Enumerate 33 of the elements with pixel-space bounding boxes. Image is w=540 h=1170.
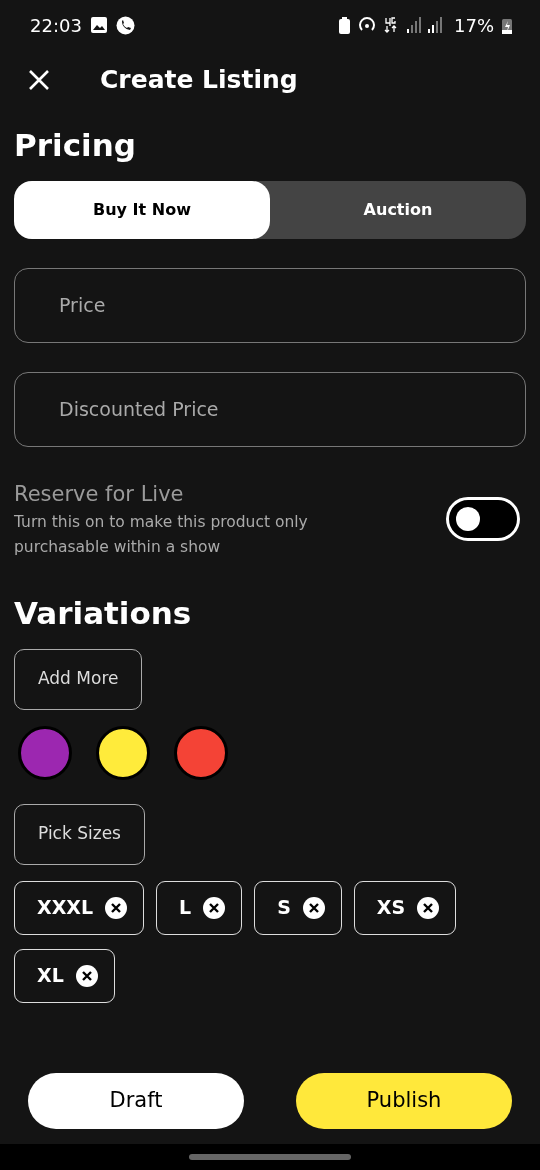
mobile-data-icon bbox=[384, 17, 398, 33]
publish-button[interactable]: Publish bbox=[296, 1073, 512, 1129]
size-label: XXXL bbox=[37, 895, 94, 921]
remove-icon[interactable] bbox=[105, 896, 128, 919]
segment-tab[interactable]: Buy It Now bbox=[14, 180, 270, 239]
section-heading: Variations bbox=[14, 594, 193, 633]
battery-charging-icon bbox=[502, 16, 512, 34]
hotspot-icon bbox=[358, 17, 376, 33]
setting-description: Turn this on to make this product only purchasable within a show bbox=[14, 512, 309, 558]
size-label: L bbox=[179, 895, 192, 921]
size-label: XS bbox=[376, 895, 406, 921]
segment-tab[interactable]: Auction bbox=[270, 180, 526, 239]
setting-title: Reserve for Live bbox=[14, 480, 185, 508]
remove-icon[interactable] bbox=[203, 896, 226, 919]
section-heading: Pricing bbox=[14, 126, 137, 165]
input-field[interactable]: Price bbox=[14, 267, 526, 343]
toggle-switch[interactable] bbox=[446, 497, 520, 542]
draft-button[interactable]: Draft bbox=[28, 1073, 244, 1129]
battery-percentage: 17% bbox=[454, 13, 494, 38]
remove-icon[interactable] bbox=[302, 896, 325, 919]
battery-saver-icon bbox=[339, 16, 350, 34]
screen-title: Create Listing bbox=[100, 64, 298, 97]
size-label: S bbox=[277, 895, 291, 921]
add-more-button[interactable]: Add More bbox=[14, 648, 143, 710]
input-field[interactable]: Discounted Price bbox=[14, 371, 526, 447]
remove-icon[interactable] bbox=[417, 896, 440, 919]
close-icon[interactable] bbox=[28, 69, 50, 91]
remove-icon[interactable] bbox=[75, 964, 98, 987]
size-label: XL bbox=[37, 963, 64, 989]
image-icon bbox=[89, 16, 108, 34]
phone-icon bbox=[115, 15, 135, 35]
status-time: 22:03 bbox=[30, 13, 82, 38]
pick-sizes-button[interactable]: Pick Sizes bbox=[14, 803, 145, 865]
